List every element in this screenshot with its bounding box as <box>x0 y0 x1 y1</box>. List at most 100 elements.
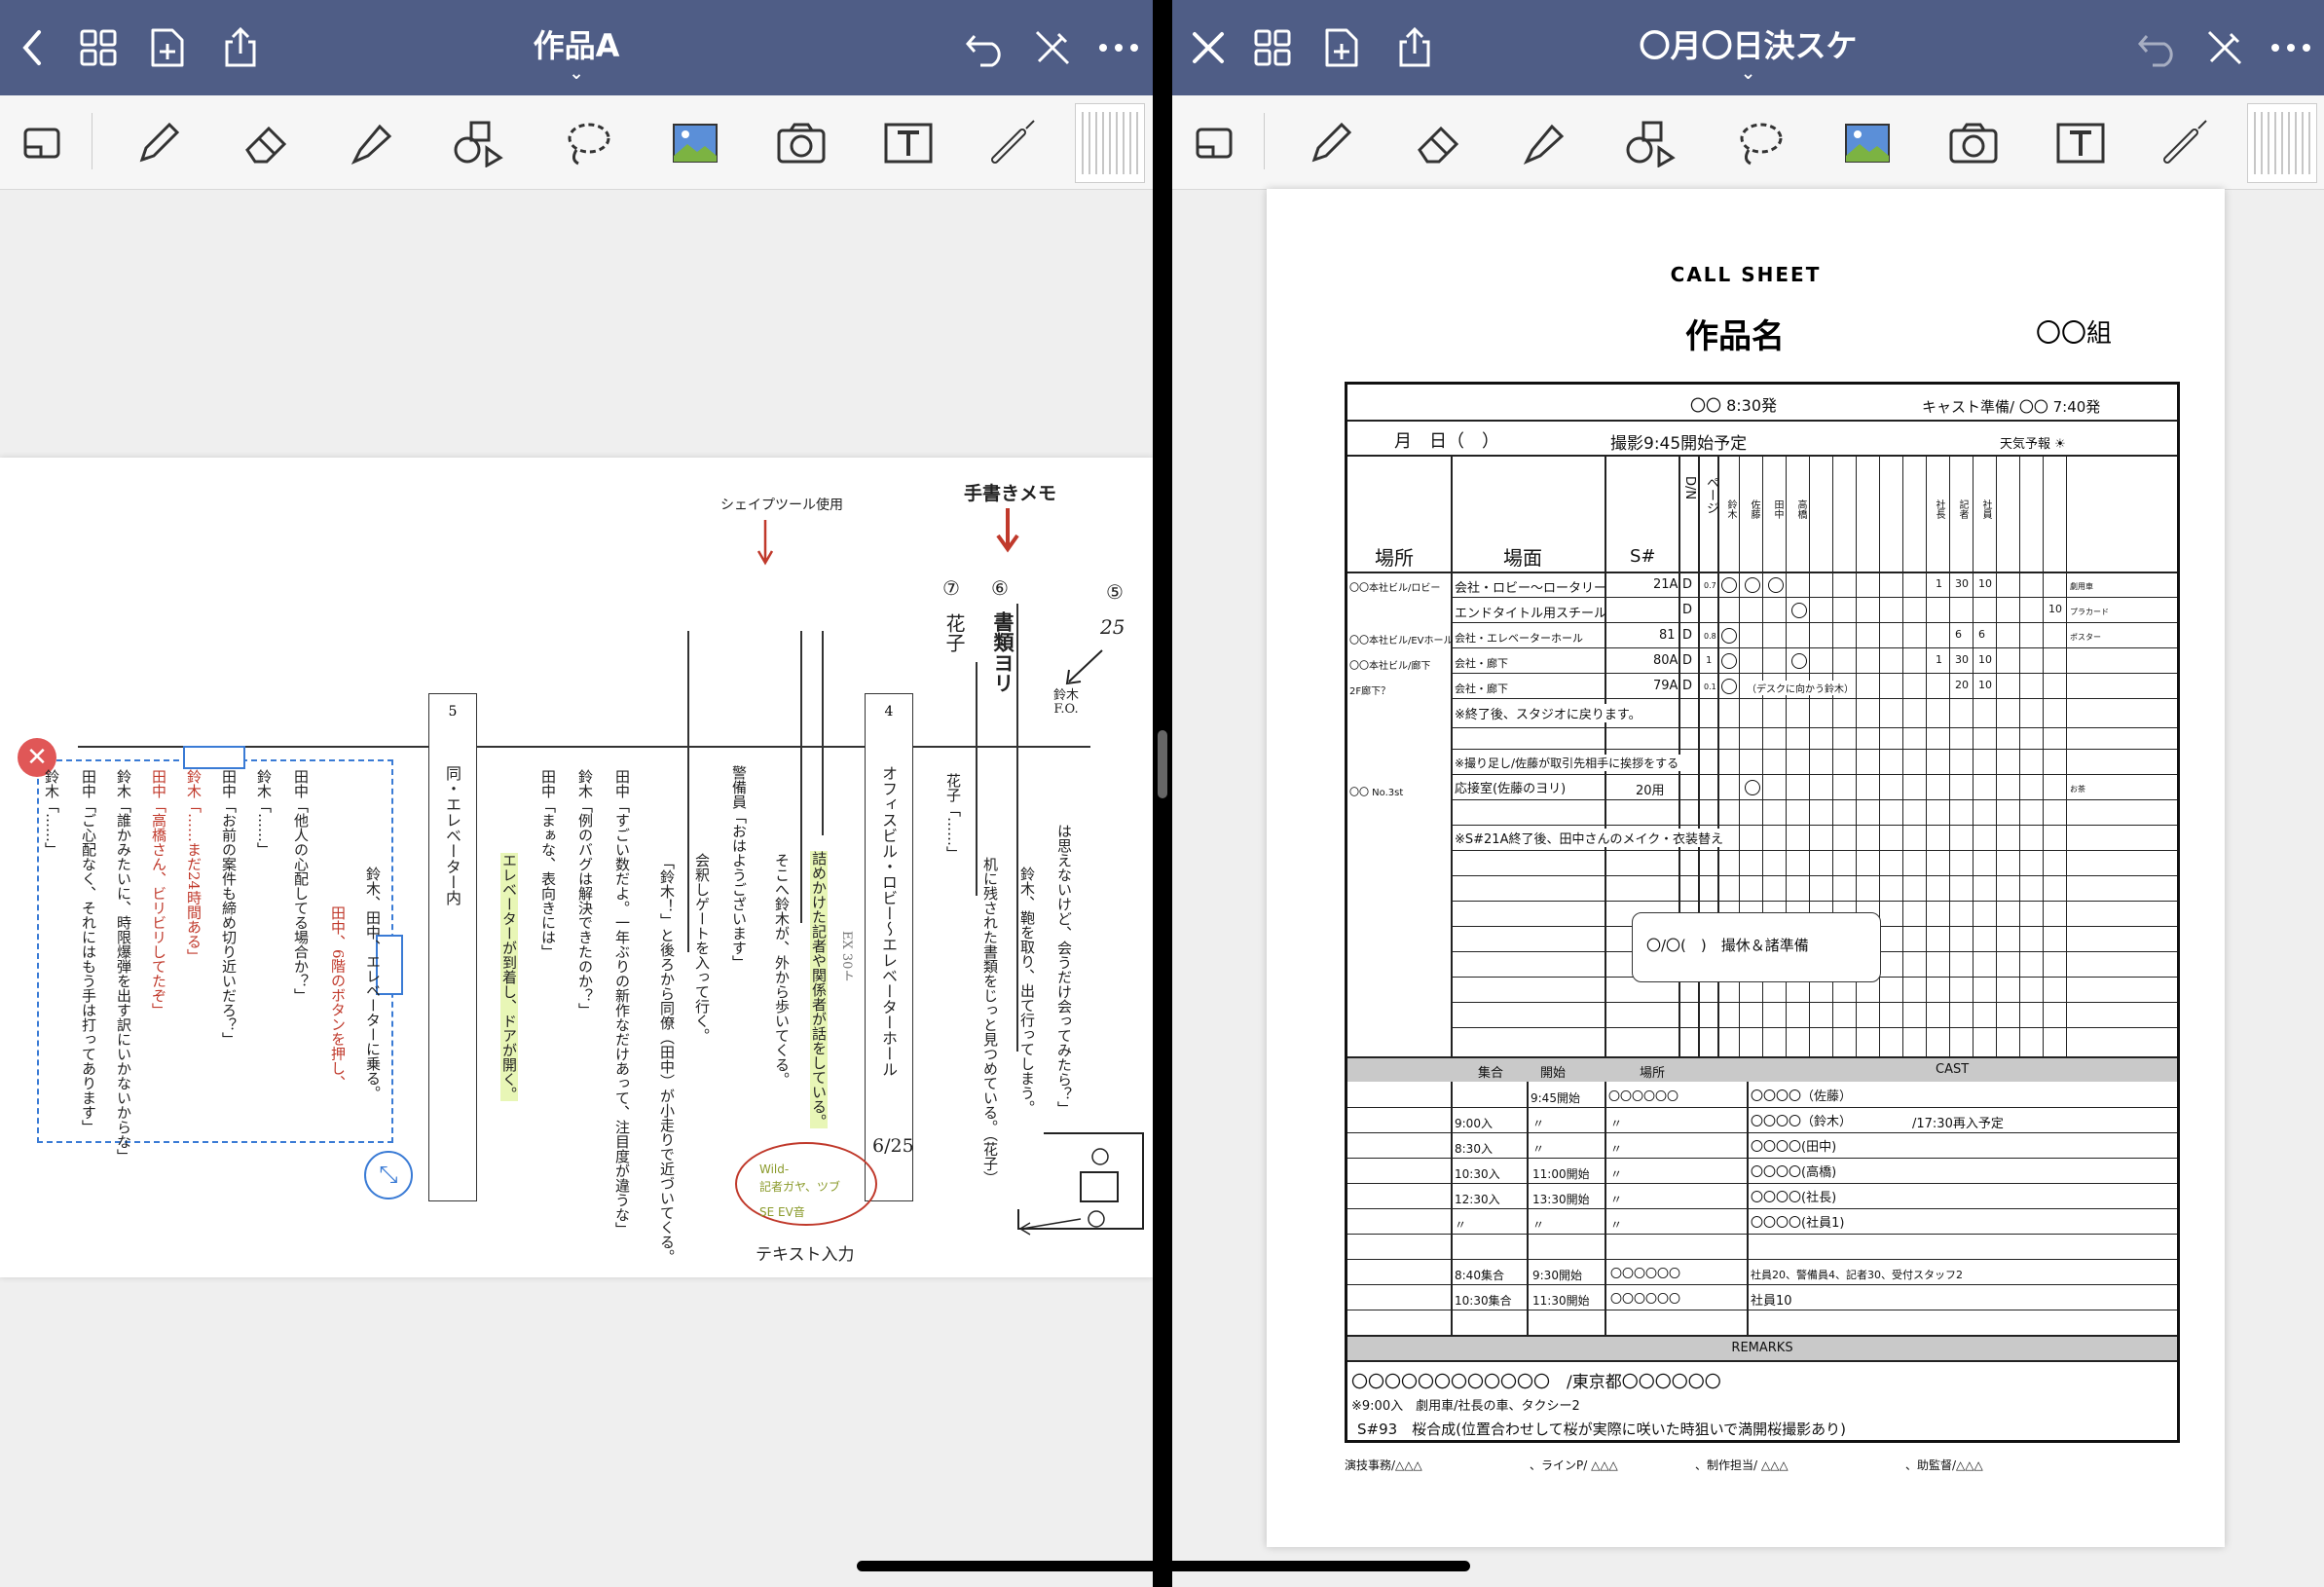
scene-number: 4 <box>884 704 894 720</box>
cast-mark <box>1745 577 1760 593</box>
camera-icon[interactable] <box>771 113 831 173</box>
schedule-note: ※撮り足し/佐藤が取引先相手に挨拶をする <box>1455 755 1687 771</box>
row-extra: 10 <box>1978 679 1992 691</box>
resize-corner-icon[interactable]: ⤡ <box>364 1151 413 1199</box>
split-handle[interactable] <box>1158 730 1167 798</box>
script-line: 田中、6階のボタンを押し、 <box>329 905 347 1090</box>
row-extra: 1 <box>1936 577 1942 590</box>
col-extra: 社員 <box>1980 499 1991 519</box>
cast-name: 〇〇〇〇(田中) <box>1751 1140 1837 1155</box>
weather-forecast: 天気予報 ☀ <box>2000 437 2066 452</box>
tool-bar <box>0 95 1153 190</box>
row-place: 〇〇 No.3st <box>1349 788 1404 798</box>
cast-name: 〇〇〇〇(高橋) <box>1751 1165 1837 1180</box>
col-place: 場所 <box>1375 546 1414 570</box>
bubble-text: SE EV音 <box>759 1205 805 1219</box>
cast-start: 9:45開始 <box>1531 1091 1580 1105</box>
scene-number-5: ⑤ <box>1106 580 1124 604</box>
camera-icon[interactable] <box>1943 113 2004 173</box>
resize-handle-top[interactable] <box>183 746 245 769</box>
highlighter-icon[interactable] <box>1515 113 1575 173</box>
undo-icon[interactable] <box>2134 23 2183 72</box>
top-bar: 作品A ⌄ <box>0 0 1153 95</box>
shape-tool-note: シェイプツール使用 <box>720 498 843 513</box>
pencil-off-icon[interactable] <box>2200 23 2249 72</box>
row-page: 0.1 <box>1704 683 1716 691</box>
image-icon[interactable] <box>1838 113 1899 173</box>
call-sheet-heading: CALL SHEET <box>1670 263 1822 286</box>
handwritten-suzuki-fo: 鈴木 F.O. <box>1052 688 1079 717</box>
row-day-night: D <box>1682 653 1693 668</box>
more-icon[interactable] <box>2267 23 2315 72</box>
page-thumbnail[interactable] <box>2247 103 2317 183</box>
cast-name: 〇〇〇〇(社長) <box>1751 1191 1837 1205</box>
text-box-icon[interactable] <box>878 113 939 173</box>
row-scene-number: 80A <box>1653 653 1678 668</box>
read-mode-icon[interactable] <box>14 113 74 173</box>
right-pane: 〇月〇日決スケ ⌄ CALL SHEET 作品名 〇〇組 〇〇 8:30発 キャ… <box>1172 0 2324 1587</box>
schedule-note: ※S#21A終了後、田中さんのメイク・衣装替え <box>1455 829 1731 847</box>
cast-mark <box>1745 780 1760 795</box>
col-cast: 田中 <box>1772 499 1783 519</box>
home-indicator[interactable] <box>857 1561 1470 1571</box>
laser-pointer-icon[interactable] <box>983 113 1044 173</box>
script-line: 鈴木、鞄を取り、出て行ってしまう。 <box>1018 867 1036 1115</box>
image-icon[interactable] <box>666 113 726 173</box>
pen-icon[interactable] <box>129 113 189 173</box>
edit-line <box>822 631 824 835</box>
arrow-icon <box>1065 649 1103 685</box>
tool-bar <box>1172 95 2324 190</box>
cast-col-place: 場所 <box>1640 1066 1666 1081</box>
shapes-icon[interactable] <box>448 113 508 173</box>
script-line: 会釈しゲートを入って行く。 <box>693 853 711 1043</box>
edit-line <box>976 662 978 896</box>
cast-mark <box>1721 628 1737 644</box>
footer-credit: 、制作担当/ △△△ <box>1695 1458 1789 1472</box>
row-day-night: D <box>1682 603 1693 617</box>
row-scene: 会社・廊下 <box>1455 683 1508 695</box>
script-line: 鈴木、田中、エレベーターに乗る。 <box>364 867 382 1100</box>
undo-icon[interactable] <box>962 23 1011 72</box>
row-place: 〇〇本社ビル/EVホール <box>1349 636 1454 646</box>
text-box-icon[interactable] <box>2050 113 2111 173</box>
laser-pointer-icon[interactable] <box>2156 113 2216 173</box>
day-off-box: 〇/〇( ) 撮休＆諸準備 <box>1632 912 1881 982</box>
schedule-note: ※終了後、スタジオに戻ります。 <box>1455 704 1649 722</box>
script-line: 田中「お前の案件も締め切り近いだろ？」 <box>220 769 238 1047</box>
cast-mark <box>1721 679 1737 694</box>
cast-place: 〃 <box>1610 1142 1623 1156</box>
date-field: 月 日（ ） <box>1394 431 1499 452</box>
shapes-icon[interactable] <box>1620 113 1680 173</box>
script-line: 鈴木「……」 <box>43 769 60 857</box>
script-line: そこへ鈴木が、外から歩いてくる。 <box>773 853 791 1087</box>
row-extra: 6 <box>1955 628 1962 641</box>
cast-start: 11:00開始 <box>1532 1167 1590 1181</box>
lasso-icon[interactable] <box>559 113 619 173</box>
highlighter-icon[interactable] <box>343 113 403 173</box>
row-note: 劇用車 <box>2070 582 2093 591</box>
script-line: 鈴木「誰かみたいに、時限爆弾を出す訳にいかないからな」 <box>115 769 132 1163</box>
page-thumbnail[interactable] <box>1075 103 1145 183</box>
remark-line: ※9:00入 劇用車/社長の車、タクシー2 <box>1351 1399 1580 1414</box>
eraser-icon[interactable] <box>238 113 298 173</box>
pencil-off-icon[interactable] <box>1028 23 1077 72</box>
pen-icon[interactable] <box>1301 113 1361 173</box>
cast-start: 9:30開始 <box>1532 1269 1582 1282</box>
scene-number-7: ⑦ <box>942 576 960 600</box>
handwritten-25: 25 <box>1100 615 1125 639</box>
row-scene-number: 20用 <box>1636 784 1665 798</box>
script-line: 鈴木「……」 <box>255 769 273 857</box>
ex-note: EX 30ト <box>839 931 854 982</box>
cast-mark <box>1791 603 1807 618</box>
read-mode-icon[interactable] <box>1186 113 1246 173</box>
floor-plan-sketch <box>1017 1132 1144 1236</box>
script-line: 田中「他人の心配してる場合か？」 <box>292 769 310 1003</box>
row-extra: 1 <box>1936 653 1942 666</box>
row-extra: 30 <box>1955 653 1969 666</box>
cast-header-row <box>1347 1058 2177 1082</box>
lasso-icon[interactable] <box>1731 113 1791 173</box>
cast-mark <box>1721 577 1737 593</box>
more-icon[interactable] <box>1094 23 1143 72</box>
cast-start: 〃 <box>1532 1142 1545 1156</box>
eraser-icon[interactable] <box>1410 113 1470 173</box>
